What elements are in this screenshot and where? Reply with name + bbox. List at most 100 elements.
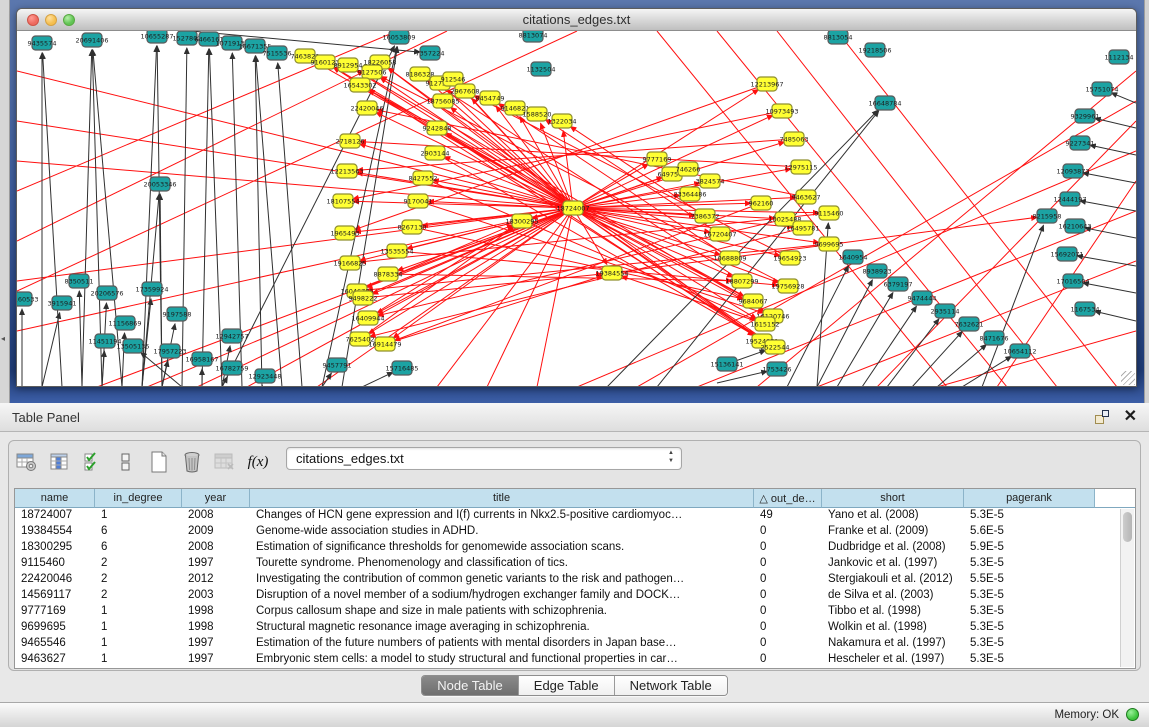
cell-title[interactable]: Embryonic stem cells: a model to study s… — [250, 652, 754, 668]
window-resize-grip[interactable] — [1121, 371, 1135, 385]
column-header-name[interactable]: name — [15, 489, 95, 508]
graph-node[interactable]: 18107554 — [326, 194, 359, 208]
graph-node[interactable]: 13535554 — [380, 244, 413, 258]
edge[interactable] — [1090, 145, 1136, 155]
graph-node[interactable]: 8427552 — [409, 171, 438, 185]
cell-short[interactable]: Franke et al. (2009) — [822, 524, 964, 540]
cell-title[interactable]: Estimation of the future numbers of pati… — [250, 636, 754, 652]
graph-node[interactable]: 1640954 — [839, 250, 868, 264]
cell-year[interactable]: 2012 — [182, 572, 250, 588]
cell-title[interactable]: Changes of HCN gene expression and I(f) … — [250, 508, 754, 524]
table-row[interactable]: 2242004622012Investigating the contribut… — [15, 572, 1135, 588]
cell-year[interactable]: 2009 — [182, 524, 250, 540]
cell-out_de[interactable]: 0 — [754, 604, 822, 620]
graph-node[interactable]: 9242848 — [423, 121, 452, 135]
cell-short[interactable]: Tibbo et al. (1998) — [822, 604, 964, 620]
cell-name[interactable]: 9463627 — [15, 652, 95, 668]
edge[interactable] — [255, 56, 262, 386]
cell-out_de[interactable]: 0 — [754, 572, 822, 588]
cell-out_de[interactable]: 0 — [754, 524, 822, 540]
column-header-title[interactable]: title — [250, 489, 754, 508]
graph-node[interactable]: 16782759 — [215, 361, 248, 375]
cell-name[interactable]: 9777169 — [15, 604, 95, 620]
cell-title[interactable]: Genome-wide association studies in ADHD. — [250, 524, 754, 540]
graph-node[interactable]: 8454749 — [476, 91, 505, 105]
graph-node[interactable]: 962160 — [749, 196, 774, 210]
graph-node[interactable]: 11156869 — [108, 316, 141, 330]
cell-title[interactable]: Estimation of significance thresholds fo… — [250, 540, 754, 556]
graph-node[interactable]: 10654112 — [1003, 344, 1036, 358]
graph-node[interactable]: 7632621 — [955, 317, 984, 331]
edge[interactable] — [43, 53, 62, 386]
edge[interactable] — [82, 50, 92, 386]
citation-edge[interactable] — [360, 213, 829, 262]
graph-node[interactable]: 8267130 — [398, 220, 427, 234]
citation-edge[interactable] — [937, 331, 1136, 386]
graph-node[interactable]: 8350511 — [65, 274, 94, 288]
cell-out_de[interactable]: 0 — [754, 556, 822, 572]
graph-node[interactable]: 15692071 — [1050, 247, 1083, 261]
graph-node[interactable]: 8938923 — [863, 264, 892, 278]
cell-short[interactable]: Stergiakouli et al. (2012) — [822, 572, 964, 588]
window-titlebar[interactable]: citations_edges.txt — [17, 9, 1136, 31]
graph-node[interactable]: 8471676 — [980, 331, 1009, 345]
graph-node[interactable]: 9170041 — [404, 194, 433, 208]
graph-node[interactable]: 9498222 — [349, 291, 378, 305]
citation-network-graph[interactable]: 1872400774638229160123891295418226058912… — [17, 31, 1136, 386]
cell-year[interactable]: 2003 — [182, 588, 250, 604]
close-icon[interactable]: ✕ — [1124, 406, 1137, 426]
graph-node[interactable]: 20691406 — [75, 33, 108, 47]
citation-edge[interactable] — [197, 208, 573, 386]
delete-table-icon[interactable] — [180, 451, 204, 473]
graph-node[interactable]: 9227341 — [1066, 136, 1095, 150]
table-row[interactable]: 946554611997Estimation of the future num… — [15, 636, 1135, 652]
attribute-table[interactable]: namein_degreeyeartitle△ out_de…shortpage… — [14, 488, 1136, 669]
cell-short[interactable]: Wolkin et al. (1998) — [822, 620, 964, 636]
cell-in_degree[interactable]: 1 — [95, 620, 182, 636]
table-row[interactable]: 1872400712008Changes of HCN gene express… — [15, 508, 1135, 524]
graph-node[interactable]: 20053346 — [143, 177, 176, 191]
cell-title[interactable]: Investigating the contribution of common… — [250, 572, 754, 588]
cell-short[interactable]: Nakamura et al. (1997) — [822, 636, 964, 652]
graph-node[interactable]: 8813074 — [519, 31, 548, 42]
edge[interactable] — [278, 63, 302, 386]
network-graph-canvas[interactable]: 1872400774638229160123891295418226058912… — [17, 31, 1136, 386]
graph-node[interactable]: 9777169 — [643, 152, 672, 166]
edge[interactable] — [1095, 311, 1136, 321]
cell-name[interactable]: 14569117 — [15, 588, 95, 604]
graph-node[interactable]: 16053809 — [382, 31, 415, 44]
edge[interactable] — [1080, 201, 1136, 211]
new-table-icon[interactable] — [147, 451, 171, 473]
edge[interactable] — [142, 46, 157, 386]
graph-node[interactable]: 9457791 — [323, 358, 352, 372]
citation-edge[interactable] — [394, 203, 761, 340]
table-settings-icon[interactable] — [15, 451, 39, 473]
cell-year[interactable]: 2008 — [182, 508, 250, 524]
cell-year[interactable]: 1997 — [182, 636, 250, 652]
graph-node[interactable]: 15136141 — [710, 357, 743, 371]
graph-node[interactable]: 12444197 — [1053, 192, 1086, 206]
graph-node[interactable]: 2903144 — [421, 146, 450, 160]
graph-node[interactable]: 2718126 — [336, 134, 365, 148]
cell-short[interactable]: Dudbridge et al. (2008) — [822, 540, 964, 556]
cell-in_degree[interactable]: 1 — [95, 652, 182, 668]
graph-node[interactable]: 1615152 — [751, 317, 780, 331]
edge[interactable] — [1077, 256, 1136, 266]
tab-edge-table[interactable]: Edge Table — [519, 676, 615, 695]
cell-out_de[interactable]: 49 — [754, 508, 822, 524]
graph-node[interactable]: 2935114 — [931, 304, 960, 318]
tab-network-table[interactable]: Network Table — [615, 676, 727, 695]
cell-short[interactable]: de Silva et al. (2003) — [822, 588, 964, 604]
citation-edge[interactable] — [573, 208, 780, 256]
edge[interactable] — [1085, 228, 1136, 238]
edge[interactable] — [362, 372, 393, 386]
edge[interactable] — [256, 56, 282, 386]
graph-node[interactable]: 8878334 — [374, 267, 403, 281]
cell-year[interactable]: 1998 — [182, 620, 250, 636]
edge[interactable] — [1083, 173, 1136, 183]
table-row[interactable]: 969969511998Structural magnetic resonanc… — [15, 620, 1135, 636]
cell-title[interactable]: Disruption of a novel member of a sodium… — [250, 588, 754, 604]
cell-pagerank[interactable]: 5.3E-5 — [964, 652, 1095, 668]
row-height-icon[interactable] — [114, 451, 138, 473]
graph-node[interactable]: 12975115 — [784, 160, 817, 174]
